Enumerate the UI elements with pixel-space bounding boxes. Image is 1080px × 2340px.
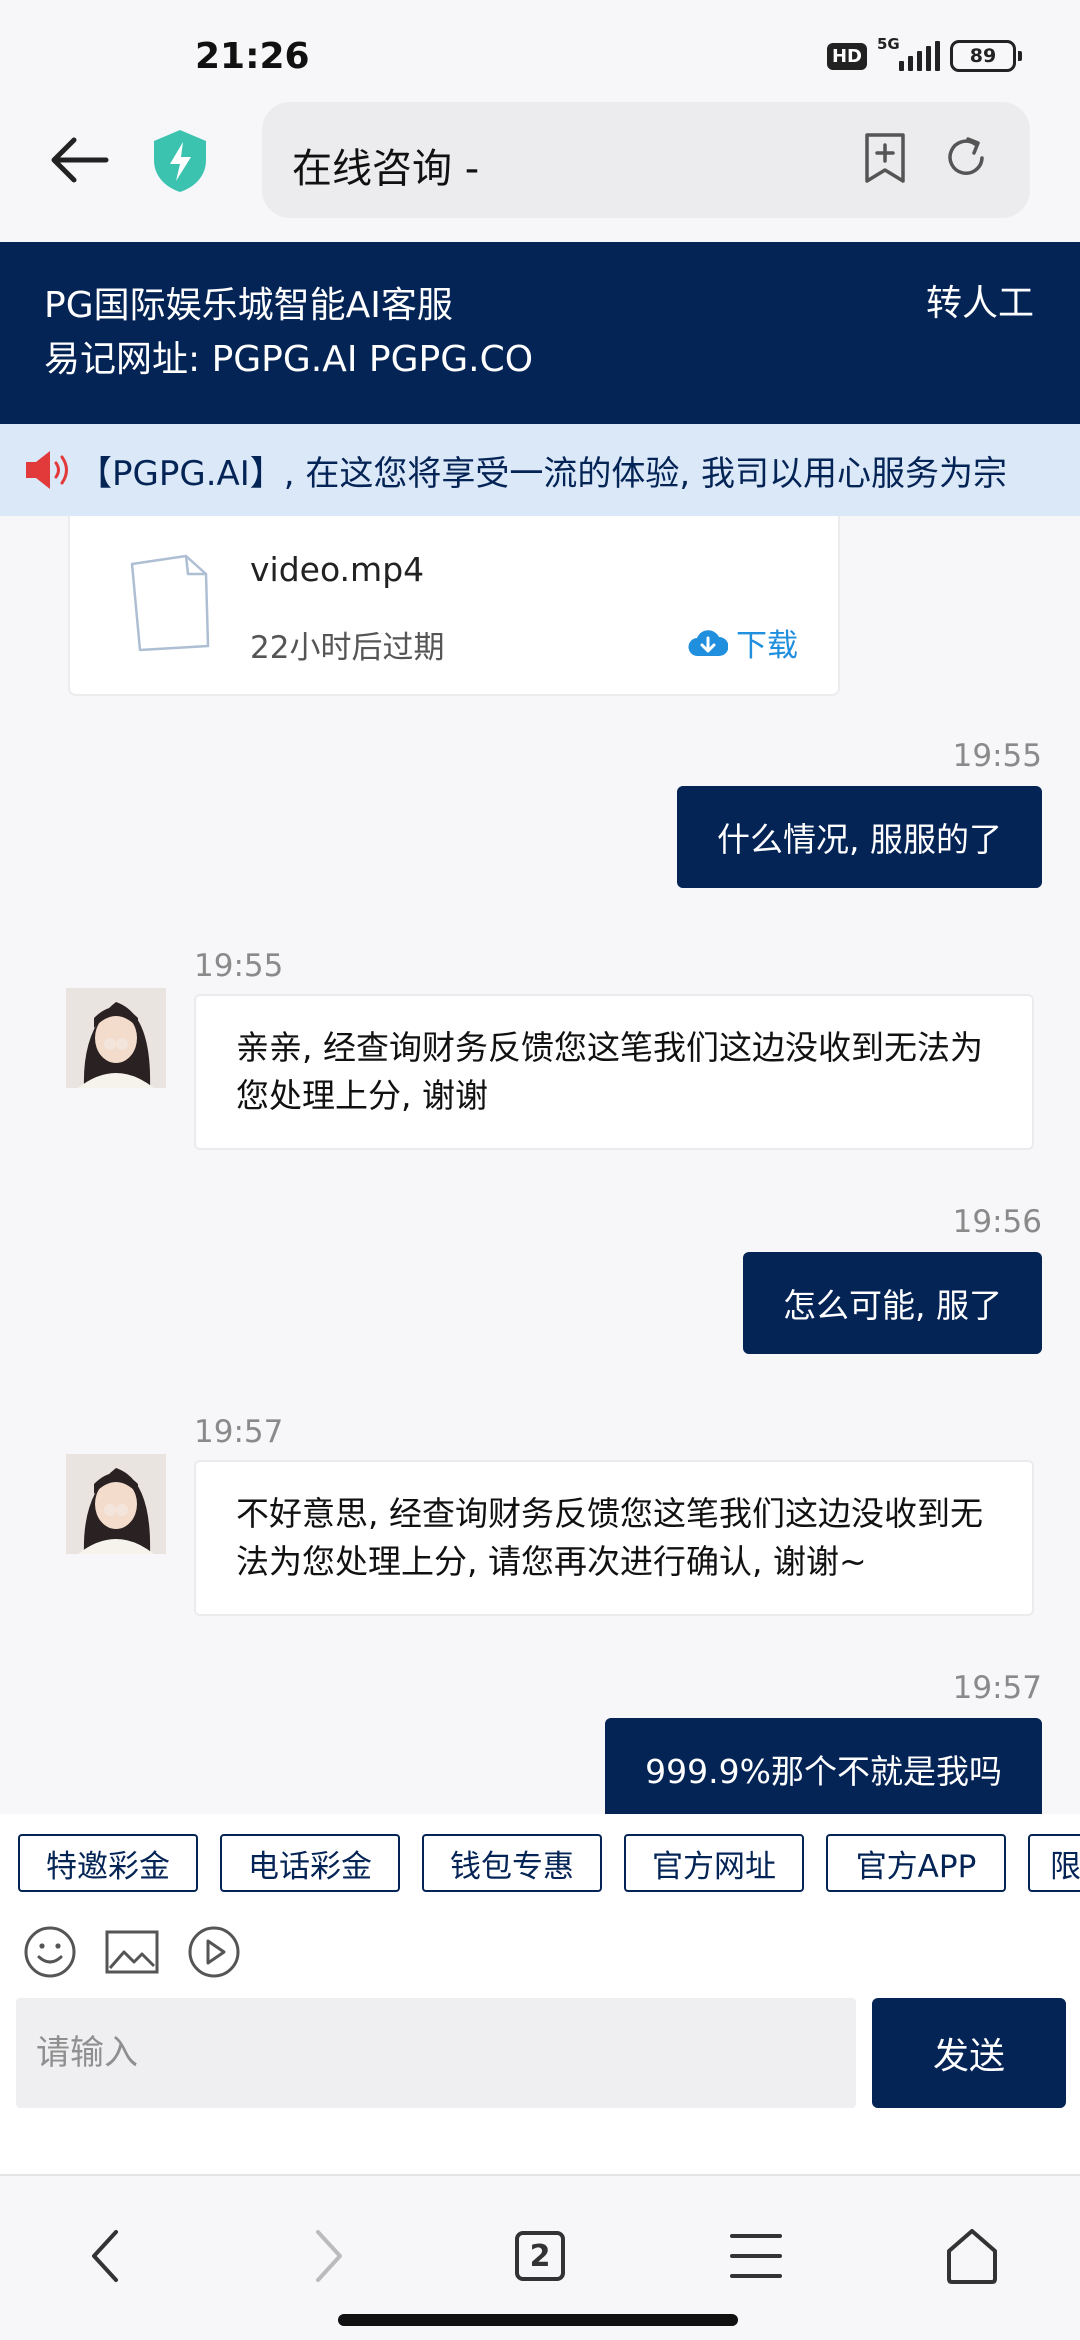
menu-icon[interactable] [716, 2216, 796, 2296]
message-timestamp: 19:55 [952, 738, 1042, 774]
header-title: PG国际娱乐城智能AI客服 [44, 285, 453, 326]
back-arrow-icon[interactable] [44, 130, 114, 190]
cloud-download-icon [688, 629, 728, 656]
header-subtitle: 易记网址: PGPG.AI PGPG.CO [44, 339, 534, 380]
home-indicator [338, 2314, 738, 2326]
signal-icon: 5G [877, 35, 940, 71]
video-icon[interactable] [186, 1924, 242, 1980]
chat-header: PG国际娱乐城智能AI客服 易记网址: PGPG.AI PGPG.CO 转人工 [0, 242, 1080, 424]
quick-tag[interactable]: 电话彩金 [220, 1834, 400, 1892]
message-composer: 发送 [0, 1998, 1080, 2174]
message-timestamp: 19:56 [952, 1204, 1042, 1240]
user-message-bubble: 什么情况, 服服的了 [677, 786, 1042, 888]
browser-toolbar: 在线咨询 - [0, 100, 1080, 242]
tabs-button[interactable]: 2 [500, 2216, 580, 2296]
agent-avatar [66, 1454, 166, 1554]
chat-tools [0, 1914, 1080, 1998]
notice-marquee: 【PGPG.AI】, 在这您将享受一流的体验, 我司以用心服务为宗 [0, 424, 1080, 516]
quick-tag[interactable]: 钱包专惠 [422, 1834, 602, 1892]
file-name: video.mp4 [250, 550, 425, 589]
status-icons: HD 5G 89 [826, 35, 1022, 72]
agent-message-bubble: 亲亲, 经查询财务反馈您这笔我们这边没收到无法为您处理上分, 谢谢 [194, 994, 1034, 1150]
tab-count: 2 [515, 2231, 565, 2281]
transfer-to-human-button[interactable]: 转人工 [926, 274, 1034, 326]
battery-level: 89 [969, 45, 997, 67]
download-button[interactable]: 下载 [688, 620, 798, 665]
quick-tag[interactable]: 官方APP [826, 1834, 1006, 1892]
user-message-bubble: 怎么可能, 服了 [743, 1252, 1042, 1354]
home-icon[interactable] [932, 2216, 1012, 2296]
status-bar: 21:26 HD 5G 89 [0, 0, 1080, 100]
message-timestamp: 19:55 [194, 948, 284, 984]
image-icon[interactable] [104, 1924, 160, 1980]
agent-avatar [66, 988, 166, 1088]
nav-forward-icon[interactable] [288, 2216, 368, 2296]
refresh-icon[interactable] [942, 134, 990, 182]
quick-tag[interactable]: 官方网址 [624, 1834, 804, 1892]
browser-bottom-nav: 2 [0, 2174, 1080, 2340]
nav-back-icon[interactable] [66, 2216, 146, 2296]
message-timestamp: 19:57 [194, 1414, 284, 1450]
agent-message-bubble: 不好意思, 经查询财务反馈您这笔我们这边没收到无法为您处理上分, 请您再次进行确… [194, 1460, 1034, 1616]
file-icon [126, 550, 214, 656]
network-label: 5G [877, 35, 900, 53]
download-label: 下载 [736, 628, 798, 664]
send-button[interactable]: 发送 [872, 1998, 1066, 2108]
user-message-bubble: 999.9%那个不就是我吗 [605, 1718, 1042, 1814]
notice-text: 【PGPG.AI】, 在这您将享受一流的体验, 我司以用心服务为宗 [78, 454, 1008, 494]
quick-reply-tags: 特邀彩金 电话彩金 钱包专惠 官方网址 官方APP 限 [0, 1814, 1080, 1914]
emoji-icon[interactable] [22, 1924, 78, 1980]
file-attachment-card: video.mp4 22小时后过期 下载 [68, 516, 840, 696]
chat-messages: video.mp4 22小时后过期 下载 19:55 什么情况, 服服的了 19… [0, 516, 1080, 1814]
message-input[interactable] [16, 1998, 856, 2108]
add-bookmark-icon[interactable] [862, 132, 908, 184]
file-expire-text: 22小时后过期 [250, 630, 445, 666]
page-title: 在线咨询 - [292, 146, 480, 192]
status-time: 21:26 [195, 36, 310, 77]
security-shield-icon[interactable] [150, 128, 210, 194]
battery-icon: 89 [950, 40, 1022, 72]
message-timestamp: 19:57 [952, 1670, 1042, 1706]
quick-tag[interactable]: 特邀彩金 [18, 1834, 198, 1892]
quick-tag[interactable]: 限 [1028, 1834, 1080, 1892]
speaker-icon [24, 448, 80, 492]
address-bar[interactable]: 在线咨询 - [262, 102, 1030, 218]
hd-badge: HD [826, 42, 867, 70]
